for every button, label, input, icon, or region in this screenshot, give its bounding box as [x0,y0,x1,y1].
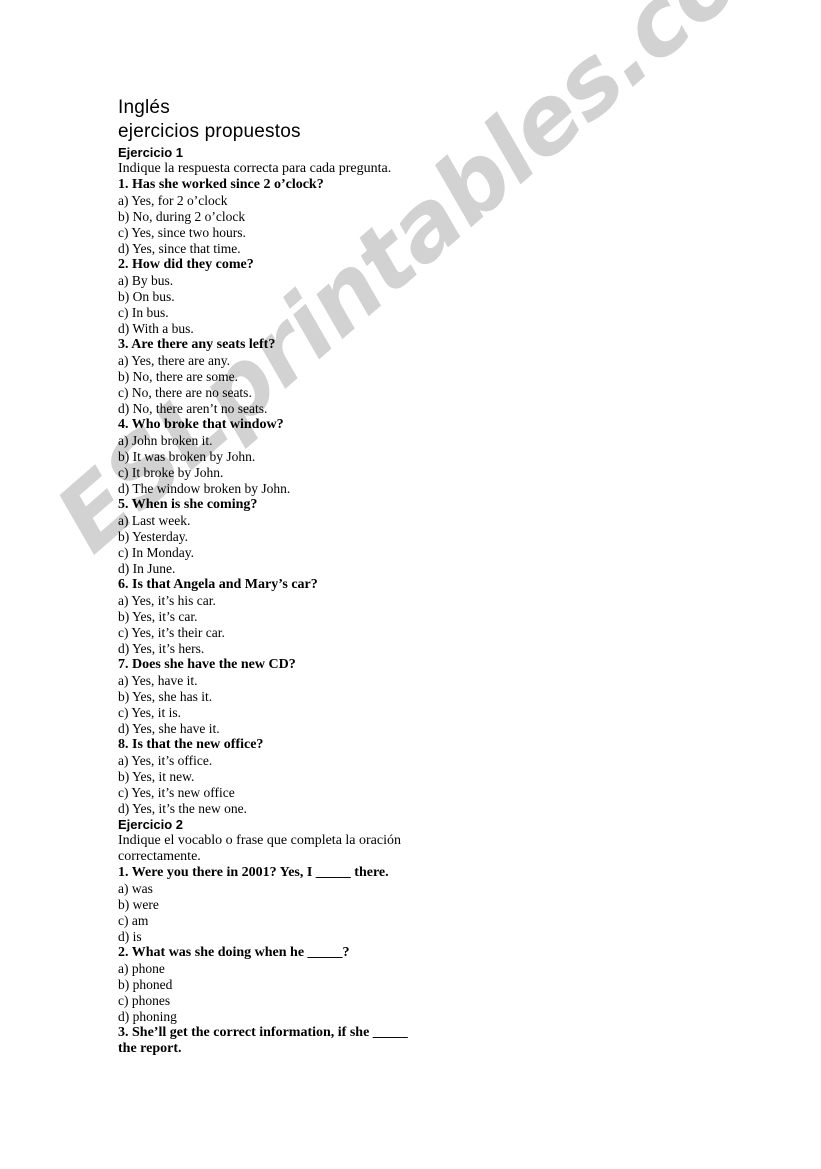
question-group: 3. Are there any seats left? a) Yes, the… [118,337,678,417]
answer-option[interactable]: a) Yes, it’s his car. [118,593,678,609]
answer-option[interactable]: a) Yes, it’s office. [118,753,678,769]
exercise-1-heading: Ejercicio 1 [118,145,184,160]
answer-option[interactable]: a) Yes, have it. [118,673,678,689]
answer-option[interactable]: d) phoning [118,1009,678,1025]
question-group: 8. Is that the new office? a) Yes, it’s … [118,737,678,817]
question-prompt: 7. Does she have the new CD? [118,657,296,672]
question-prompt: 4. Who broke that window? [118,417,284,432]
exercise-2-heading: Ejercicio 2 [118,817,184,832]
answer-option[interactable]: c) Yes, it’s new office [118,785,678,801]
answer-option[interactable]: d) Yes, it’s the new one. [118,801,678,817]
question-group: 1. Were you there in 2001? Yes, I _____ … [118,865,678,945]
exercise-1-instructions: Indique la respuesta correcta para cada … [118,161,392,176]
answer-option[interactable]: b) No, during 2 o’clock [118,209,678,225]
worksheet-page: Inglés ejercicios propuestos Ejercicio 1… [0,0,821,1169]
question-group: 6. Is that Angela and Mary’s car? a) Yes… [118,577,678,657]
answer-option[interactable]: a) phone [118,961,678,977]
answer-option[interactable]: b) Yes, it’s car. [118,609,678,625]
answer-option[interactable]: b) Yesterday. [118,529,678,545]
exercise-2: Ejercicio 2 Indique el vocablo o frase q… [118,817,678,1057]
question-prompt: 3. She’ll get the correct information, i… [118,1025,408,1056]
exercise-1: Ejercicio 1 Indique la respuesta correct… [118,145,678,817]
answer-option[interactable]: c) phones [118,993,678,1009]
question-prompt: 2. How did they come? [118,257,254,272]
answer-option[interactable]: c) Yes, it is. [118,705,678,721]
page-subtitle: ejercicios propuestos [118,121,301,142]
answer-option[interactable]: a) Yes, there are any. [118,353,678,369]
question-group: 1. Has she worked since 2 o’clock? a) Ye… [118,177,678,257]
answer-option[interactable]: c) No, there are no seats. [118,385,678,401]
answer-option[interactable]: b) It was broken by John. [118,449,678,465]
answer-option[interactable]: b) Yes, it new. [118,769,678,785]
answer-option[interactable]: c) Yes, since two hours. [118,225,678,241]
answer-option[interactable]: d) With a bus. [118,321,678,337]
answer-option[interactable]: d) The window broken by John. [118,481,678,497]
answer-option[interactable]: d) Yes, she have it. [118,721,678,737]
worksheet-content: Inglés ejercicios propuestos Ejercicio 1… [118,96,678,1057]
question-group: 4. Who broke that window? a) John broken… [118,417,678,497]
question-prompt: 1. Were you there in 2001? Yes, I _____ … [118,865,389,880]
question-group: 3. She’ll get the correct information, i… [118,1025,678,1057]
question-prompt: 8. Is that the new office? [118,737,264,752]
answer-option[interactable]: d) In June. [118,561,678,577]
answer-option[interactable]: b) phoned [118,977,678,993]
question-group: 5. When is she coming? a) Last week. b) … [118,497,678,577]
question-prompt: 2. What was she doing when he _____? [118,945,350,960]
answer-option[interactable]: d) No, there aren’t no seats. [118,401,678,417]
answer-option[interactable]: c) In Monday. [118,545,678,561]
answer-option[interactable]: a) was [118,881,678,897]
question-prompt: 3. Are there any seats left? [118,337,276,352]
answer-option[interactable]: a) John broken it. [118,433,678,449]
question-prompt: 1. Has she worked since 2 o’clock? [118,177,324,192]
answer-option[interactable]: c) It broke by John. [118,465,678,481]
answer-option[interactable]: d) Yes, since that time. [118,241,678,257]
exercise-2-instructions: Indique el vocablo o frase que completa … [118,833,401,864]
answer-option[interactable]: c) In bus. [118,305,678,321]
answer-option[interactable]: a) By bus. [118,273,678,289]
answer-option[interactable]: b) were [118,897,678,913]
page-title: Inglés [118,97,170,118]
answer-option[interactable]: d) is [118,929,678,945]
answer-option[interactable]: a) Last week. [118,513,678,529]
answer-option[interactable]: a) Yes, for 2 o’clock [118,193,678,209]
question-group: 2. How did they come? a) By bus. b) On b… [118,257,678,337]
question-group: 7. Does she have the new CD? a) Yes, hav… [118,657,678,737]
answer-option[interactable]: d) Yes, it’s hers. [118,641,678,657]
answer-option[interactable]: c) Yes, it’s their car. [118,625,678,641]
answer-option[interactable]: b) Yes, she has it. [118,689,678,705]
answer-option[interactable]: c) am [118,913,678,929]
answer-option[interactable]: b) No, there are some. [118,369,678,385]
answer-option[interactable]: b) On bus. [118,289,678,305]
question-prompt: 6. Is that Angela and Mary’s car? [118,577,318,592]
question-group: 2. What was she doing when he _____? a) … [118,945,678,1025]
question-prompt: 5. When is she coming? [118,497,258,512]
